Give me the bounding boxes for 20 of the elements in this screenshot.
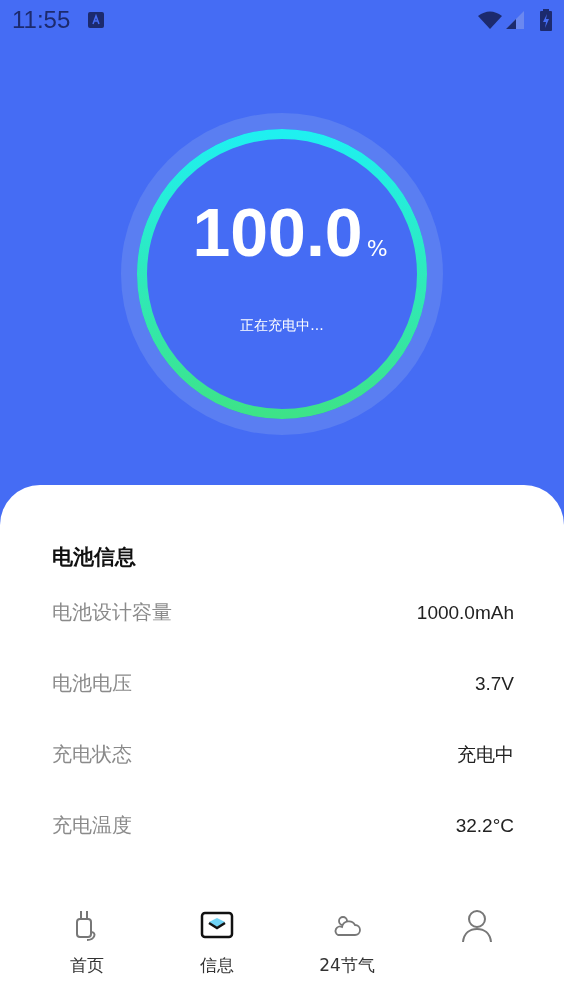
- battery-percent: 100.0: [192, 193, 363, 271]
- wifi-icon: [478, 11, 502, 29]
- battery-icon: [540, 9, 552, 31]
- info-label: 电池设计容量: [52, 599, 172, 626]
- status-time: 11:55: [12, 6, 71, 34]
- nav-tab[interactable]: 信息: [152, 888, 282, 1004]
- info-value: 1000.0mAh: [416, 601, 514, 624]
- info-label: 充电状态: [52, 741, 132, 768]
- info-label: 充电温度: [52, 812, 132, 839]
- keyboard-icon: [88, 12, 105, 28]
- info-value: 32.2°C: [455, 814, 514, 837]
- info-label: 电池电压: [52, 670, 132, 697]
- charging-status: 正在充电中...: [240, 317, 324, 335]
- section-title: 电池信息: [52, 544, 137, 571]
- percent-unit: %: [366, 236, 388, 261]
- nav-tab[interactable]: 首页: [22, 888, 152, 1004]
- info-value: 充电中: [457, 742, 514, 767]
- info-value: 3.7V: [474, 672, 514, 695]
- signal-icon: [506, 11, 524, 29]
- nav-tab[interactable]: 24节气: [282, 888, 412, 1004]
